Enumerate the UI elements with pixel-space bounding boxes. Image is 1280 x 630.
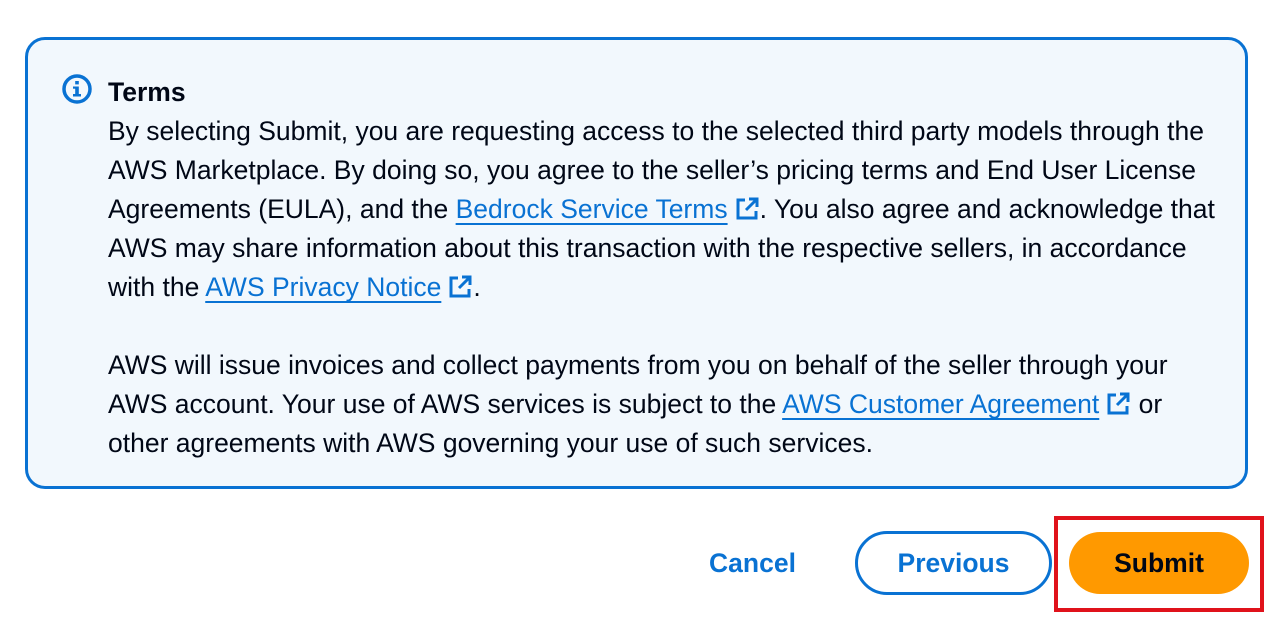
submit-button[interactable]: Submit (1069, 532, 1249, 594)
link-label: AWS Customer Agreement (782, 389, 1100, 419)
aws-customer-agreement-link[interactable]: AWS Customer Agreement (782, 389, 1131, 419)
alert-content: Terms By selecting Submit, you are reque… (108, 73, 1218, 463)
link-label: Bedrock Service Terms (455, 194, 728, 224)
cancel-button[interactable]: Cancel (690, 531, 815, 595)
external-link-icon (1107, 392, 1130, 415)
previous-button[interactable]: Previous (855, 531, 1052, 595)
aws-privacy-notice-link[interactable]: AWS Privacy Notice (205, 272, 473, 302)
form-actions: Cancel Previous Submit (0, 528, 1280, 598)
terms-alert: Terms By selecting Submit, you are reque… (25, 37, 1248, 489)
alert-title: Terms (108, 77, 186, 107)
terms-text: . (473, 272, 481, 302)
info-circle-icon (62, 74, 92, 104)
link-label: AWS Privacy Notice (205, 272, 442, 302)
alert-body: By selecting Submit, you are requesting … (108, 112, 1218, 463)
terms-paragraph-2: AWS will issue invoices and collect paym… (108, 346, 1218, 463)
external-link-icon (449, 275, 472, 298)
terms-paragraph-1: By selecting Submit, you are requesting … (108, 112, 1218, 307)
external-link-icon (736, 197, 759, 220)
bedrock-service-terms-link[interactable]: Bedrock Service Terms (456, 194, 760, 224)
